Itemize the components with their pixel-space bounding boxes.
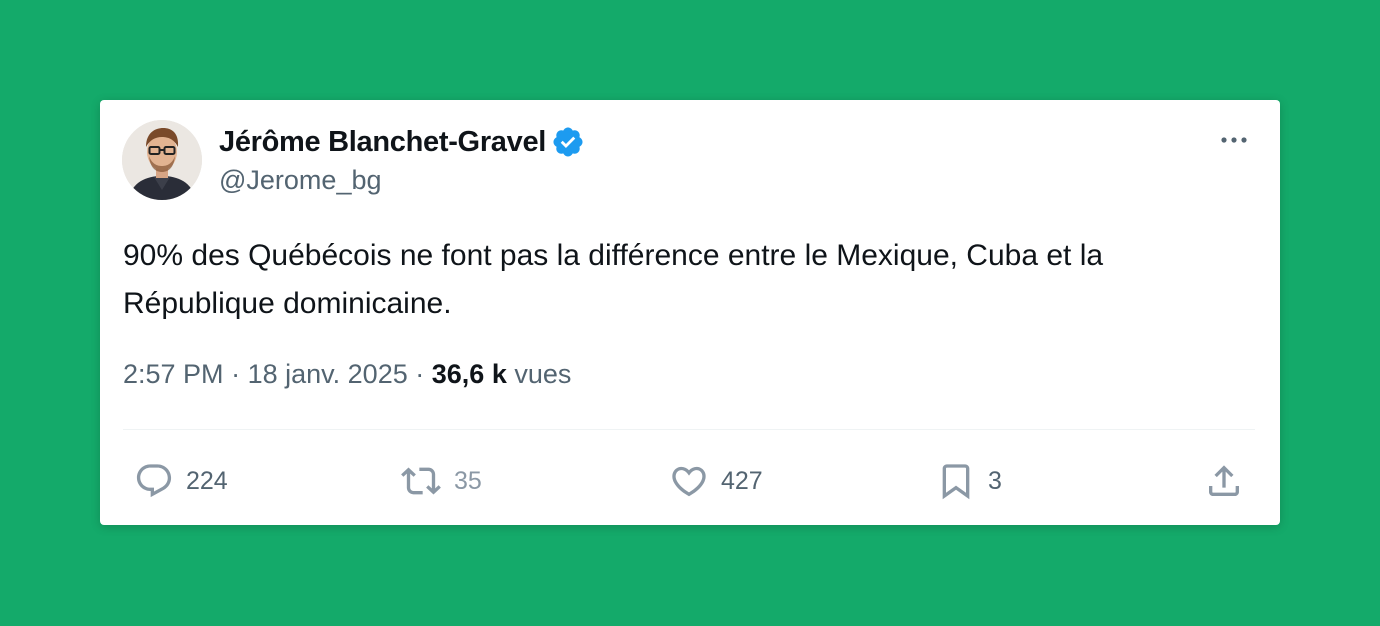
like-count: 427 bbox=[721, 466, 763, 495]
tweet-text: 90% des Québécois ne font pas la différe… bbox=[123, 239, 1104, 320]
retweet-icon bbox=[401, 467, 441, 495]
bookmark-count: 3 bbox=[988, 466, 1002, 495]
views-count: 36,6 k bbox=[431, 359, 507, 389]
bookmark-button[interactable]: 3 bbox=[936, 460, 1002, 502]
divider bbox=[123, 429, 1255, 430]
share-icon bbox=[1209, 465, 1239, 496]
tweet-time[interactable]: 2:57 PM bbox=[123, 359, 224, 389]
verified-badge-icon bbox=[551, 125, 585, 159]
meta-separator: · bbox=[231, 359, 241, 389]
tweet-date[interactable]: 18 janv. 2025 bbox=[248, 359, 408, 389]
author-handle[interactable]: @Jerome_bg bbox=[219, 165, 382, 196]
more-options-button[interactable] bbox=[1216, 128, 1252, 152]
reply-icon bbox=[136, 464, 172, 498]
avatar[interactable] bbox=[122, 120, 202, 200]
author-display-name[interactable]: Jérôme Blanchet-Gravel bbox=[219, 126, 546, 159]
meta-separator: · bbox=[415, 359, 425, 389]
retweet-count: 35 bbox=[454, 466, 482, 495]
tweet-card: Jérôme Blanchet-Gravel @Jerome_bg 90% de… bbox=[100, 100, 1280, 525]
more-horizontal-icon bbox=[1221, 137, 1247, 143]
views-label: vues bbox=[514, 359, 572, 389]
author-row: Jérôme Blanchet-Gravel bbox=[219, 123, 585, 161]
avatar-photo-icon bbox=[122, 120, 202, 200]
reply-button[interactable]: 224 bbox=[134, 460, 228, 502]
share-button[interactable] bbox=[1204, 460, 1244, 502]
like-button[interactable]: 427 bbox=[669, 460, 763, 502]
heart-icon bbox=[672, 466, 706, 497]
reply-count: 224 bbox=[186, 466, 228, 495]
tweet-meta: 2:57 PM · 18 janv. 2025 · 36,6 k vues bbox=[123, 359, 571, 390]
retweet-button[interactable]: 35 bbox=[400, 460, 482, 502]
bookmark-icon bbox=[942, 464, 970, 500]
